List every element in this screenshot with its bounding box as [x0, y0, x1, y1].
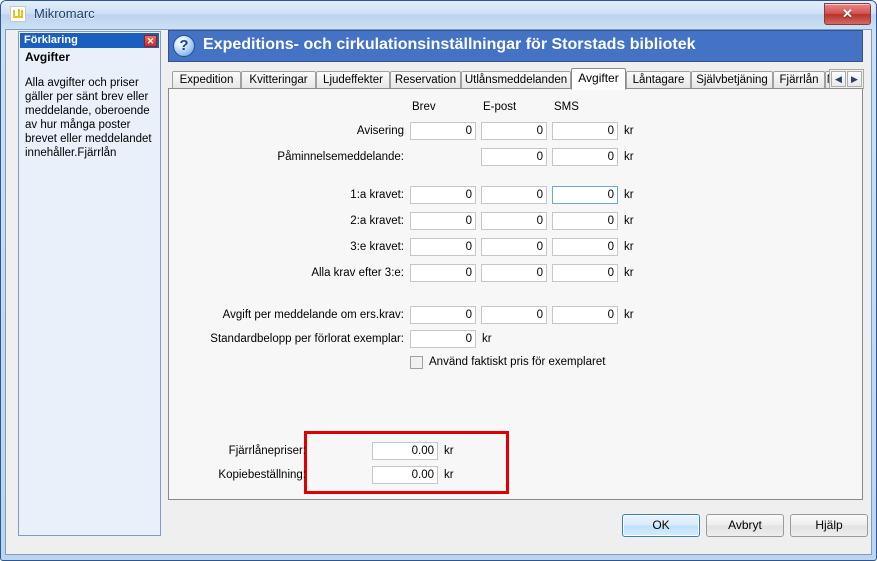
label-krav-1: 1:a kravet:	[350, 189, 404, 201]
field-standardbelopp[interactable]: 0	[410, 330, 476, 348]
tab-expedition[interactable]: Expedition	[172, 71, 241, 89]
help-button[interactable]: Hjälp	[790, 514, 868, 537]
label-avisering: Avisering	[356, 125, 404, 137]
checkbox-anvand-faktiskt-pris[interactable]	[410, 356, 423, 369]
tab-fjarrlan[interactable]: Fjärrlån	[773, 71, 825, 89]
field-avisering-epost[interactable]: 0	[481, 122, 547, 140]
application-window: Mikromarc ✕ Förklaring ✕ Avgifter Alla a…	[0, 0, 877, 561]
field-alla-krav-epost[interactable]: 0	[481, 264, 547, 282]
field-paminnelsemeddelande-sms[interactable]: 0	[552, 148, 618, 166]
tab-ljudeffekter[interactable]: Ljudeffekter	[316, 71, 390, 89]
field-krav-3-brev[interactable]: 0	[410, 238, 476, 256]
explanation-body-text: Alla avgifter och priser gäller per sänt…	[25, 77, 152, 159]
field-krav-2-epost[interactable]: 0	[481, 212, 547, 230]
field-krav-2-sms[interactable]: 0	[552, 212, 618, 230]
close-icon: ✕	[842, 6, 853, 21]
tab-scroll-right-icon[interactable]: ▶	[847, 71, 862, 87]
currency-paminnelsemeddelande: kr	[624, 151, 634, 163]
label-kopiebestallning: Kopiebeställning:	[218, 469, 306, 481]
currency-avisering: kr	[624, 125, 634, 137]
explanation-panel-close-button[interactable]: ✕	[144, 35, 157, 47]
label-krav-2: 2:a kravet:	[350, 215, 404, 227]
currency-standardbelopp: kr	[482, 333, 492, 345]
field-krav-1-sms[interactable]: 0	[552, 186, 618, 204]
currency-kopiebestallning: kr	[444, 469, 454, 481]
field-krav-2-brev[interactable]: 0	[410, 212, 476, 230]
field-krav-1-epost[interactable]: 0	[481, 186, 547, 204]
tab-sjalvbetjaning[interactable]: Självbetjäning	[691, 71, 773, 89]
field-fjarrlanepriser[interactable]: 0.00	[372, 442, 438, 460]
field-krav-3-sms[interactable]: 0	[552, 238, 618, 256]
title-bar: Mikromarc ✕	[1, 1, 876, 29]
cancel-button[interactable]: Avbryt	[706, 514, 784, 537]
column-header-epost: E-post	[483, 101, 517, 113]
tab-page-avgifter: Brev E-post SMS Avisering 0 0 0 kr Påmin…	[168, 88, 863, 500]
tab-scroll-buttons: ◀ ▶	[829, 69, 864, 89]
tab-strip: Expedition Kvitteringar Ljudeffekter Res…	[168, 68, 864, 90]
label-alla-krav-efter-3: Alla krav efter 3:e:	[311, 267, 404, 279]
dialog-header: ? Expeditions- och cirkulationsinställni…	[168, 30, 863, 62]
field-avisering-sms[interactable]: 0	[552, 122, 618, 140]
currency-krav-1: kr	[624, 189, 634, 201]
window-title: Mikromarc	[34, 6, 95, 21]
label-standardbelopp: Standardbelopp per förlorat exemplar:	[210, 333, 404, 345]
help-question-icon: ?	[173, 35, 195, 57]
explanation-panel-titlebar: Förklaring ✕	[20, 33, 159, 48]
window-close-button[interactable]: ✕	[824, 3, 871, 25]
field-paminnelsemeddelande-epost[interactable]: 0	[481, 148, 547, 166]
explanation-panel-title: Förklaring	[24, 34, 78, 46]
field-kopiebestallning[interactable]: 0.00	[372, 466, 438, 484]
field-avgift-per-meddelande-epost[interactable]: 0	[481, 306, 547, 324]
tab-scroll-left-icon[interactable]: ◀	[831, 71, 846, 87]
tab-kvitteringar[interactable]: Kvitteringar	[241, 71, 316, 89]
settings-dialog: ? Expeditions- och cirkulationsinställni…	[168, 30, 864, 500]
label-avgift-per-meddelande: Avgift per meddelande om ers.krav:	[222, 309, 404, 321]
label-fjarrlanepriser: Fjärrlånepriser:	[228, 445, 306, 457]
currency-krav-2: kr	[624, 215, 634, 227]
tab-reservation[interactable]: Reservation	[390, 71, 461, 89]
explanation-subtitle: Avgifter	[25, 50, 70, 64]
tab-lantagare[interactable]: Låntagare	[626, 71, 691, 89]
dialog-title: Expeditions- och cirkulationsinställning…	[203, 36, 696, 53]
highlight-box-fjarrlan-priser: Fjärrlånepriser: 0.00 kr Kopiebeställnin…	[218, 431, 509, 494]
currency-avgift-per-meddelande: kr	[624, 309, 634, 321]
column-header-sms: SMS	[554, 101, 579, 113]
ok-button[interactable]: OK	[622, 514, 700, 537]
field-alla-krav-brev[interactable]: 0	[410, 264, 476, 282]
field-avisering-brev[interactable]: 0	[410, 122, 476, 140]
mikromarc-logo-icon	[10, 6, 26, 22]
field-alla-krav-sms[interactable]: 0	[552, 264, 618, 282]
currency-alla-krav: kr	[624, 267, 634, 279]
currency-krav-3: kr	[624, 241, 634, 253]
label-krav-3: 3:e kravet:	[350, 241, 404, 253]
label-anvand-faktiskt-pris: Använd faktiskt pris för exemplaret	[429, 356, 606, 368]
label-paminnelsemeddelande: Påminnelsemeddelande:	[277, 151, 404, 163]
window-client-area: Förklaring ✕ Avgifter Alla avgifter och …	[5, 29, 872, 555]
field-krav-3-epost[interactable]: 0	[481, 238, 547, 256]
currency-fjarrlanepriser: kr	[444, 445, 454, 457]
tab-avgifter[interactable]: Avgifter	[571, 68, 626, 90]
column-header-brev: Brev	[412, 101, 436, 113]
field-krav-1-brev[interactable]: 0	[410, 186, 476, 204]
explanation-panel: Förklaring ✕ Avgifter Alla avgifter och …	[18, 31, 161, 536]
tab-utlansmeddelanden[interactable]: Utlånsmeddelanden	[461, 71, 571, 89]
field-avgift-per-meddelande-brev[interactable]: 0	[410, 306, 476, 324]
field-avgift-per-meddelande-sms[interactable]: 0	[552, 306, 618, 324]
